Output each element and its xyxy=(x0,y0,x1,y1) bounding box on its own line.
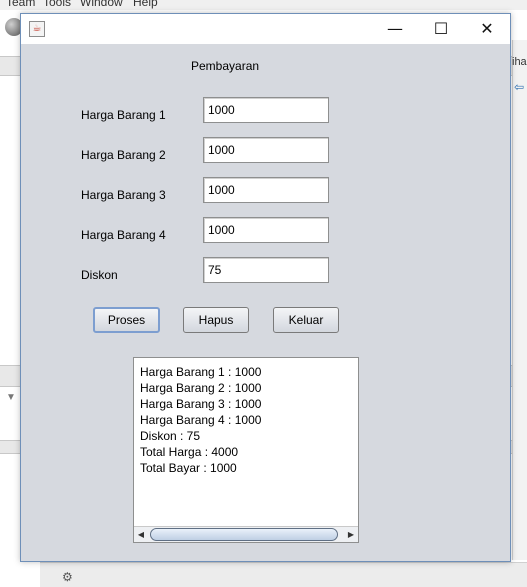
minimize-button[interactable]: — xyxy=(372,14,418,44)
scroll-right-icon[interactable]: ▶ xyxy=(344,527,358,542)
label-harga-barang-4: Harga Barang 4 xyxy=(81,228,166,242)
tools-icon[interactable]: ⚙ xyxy=(62,570,80,584)
output-line: Harga Barang 4 : 1000 xyxy=(140,413,262,427)
input-diskon[interactable] xyxy=(203,257,329,283)
keluar-button[interactable]: Keluar xyxy=(273,307,339,333)
output-line: Total Harga : 4000 xyxy=(140,445,239,459)
output-textarea[interactable]: Harga Barang 1 : 1000 Harga Barang 2 : 1… xyxy=(133,357,359,543)
input-harga-barang-3[interactable] xyxy=(203,177,329,203)
horizontal-scrollbar[interactable]: ◀ ▶ xyxy=(134,526,358,542)
menu-window[interactable]: Window xyxy=(80,0,123,9)
proses-button[interactable]: Proses xyxy=(93,307,160,333)
ide-right-tab-text: ihan xyxy=(512,56,527,68)
back-arrow-icon[interactable]: ⇦ xyxy=(514,80,524,94)
menu-team[interactable]: Team xyxy=(6,0,35,9)
label-harga-barang-1: Harga Barang 1 xyxy=(81,108,166,122)
menu-tools[interactable]: Tools xyxy=(43,0,71,9)
label-harga-barang-2: Harga Barang 2 xyxy=(81,148,166,162)
output-line: Diskon : 75 xyxy=(140,429,201,443)
ide-bottom-bar xyxy=(40,562,527,587)
label-diskon: Diskon xyxy=(81,268,118,282)
label-harga-barang-3: Harga Barang 3 xyxy=(81,188,166,202)
java-cup-icon: ☕ xyxy=(29,21,45,37)
scrollbar-thumb[interactable] xyxy=(150,528,338,541)
form-heading: Pembayaran xyxy=(191,59,260,73)
title-bar: ☕ — ☐ ✕ xyxy=(21,14,510,44)
hapus-button[interactable]: Hapus xyxy=(183,307,249,333)
maximize-button[interactable]: ☐ xyxy=(418,14,464,44)
output-line: Harga Barang 2 : 1000 xyxy=(140,381,262,395)
close-button[interactable]: ✕ xyxy=(464,14,510,44)
output-line: Harga Barang 1 : 1000 xyxy=(140,365,262,379)
input-harga-barang-1[interactable] xyxy=(203,97,329,123)
payment-dialog: ☕ — ☐ ✕ Pembayaran Harga Barang 1 Harga … xyxy=(20,13,511,562)
dropdown-arrow-icon[interactable]: ▼ xyxy=(6,392,16,403)
output-line: Total Bayar : 1000 xyxy=(140,461,237,475)
output-text: Harga Barang 1 : 1000 Harga Barang 2 : 1… xyxy=(140,364,261,476)
output-line: Harga Barang 3 : 1000 xyxy=(140,397,262,411)
input-harga-barang-2[interactable] xyxy=(203,137,329,163)
input-harga-barang-4[interactable] xyxy=(203,217,329,243)
menu-help[interactable]: Help xyxy=(133,0,158,9)
ide-right-panel xyxy=(512,40,527,560)
scroll-left-icon[interactable]: ◀ xyxy=(134,527,148,542)
